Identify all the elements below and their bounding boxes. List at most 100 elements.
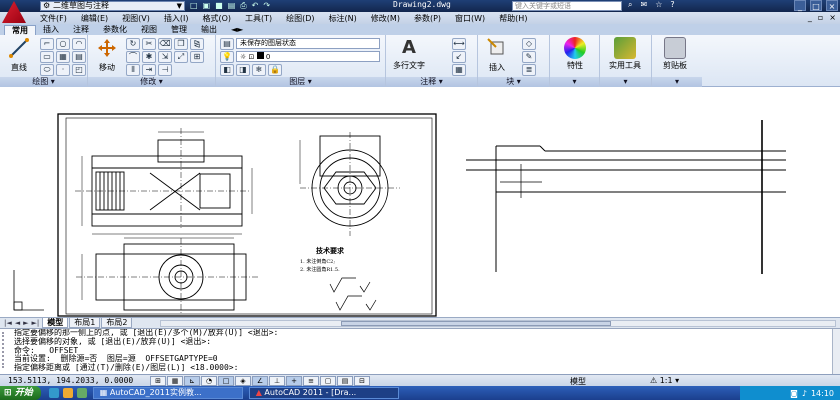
next-tab-icon[interactable]: ►: [23, 319, 28, 327]
tab-insert[interactable]: 插入: [36, 25, 66, 35]
fillet-icon[interactable]: ⌒: [126, 51, 140, 63]
command-prompt-line[interactable]: 指定偏移距离或 [通过(T)/删除(E)/图层(L)] <18.0000>:: [14, 363, 840, 373]
tab-model[interactable]: 模型: [42, 318, 69, 328]
menu-tools[interactable]: 工具(T): [245, 13, 272, 24]
rotate-icon[interactable]: ↻: [126, 38, 140, 50]
menu-help[interactable]: 帮助(H): [499, 13, 527, 24]
first-tab-icon[interactable]: |◄: [4, 319, 12, 327]
polar-tracking-button[interactable]: ◔: [201, 375, 217, 386]
properties-button[interactable]: 特性: [558, 37, 592, 71]
menu-parametric[interactable]: 参数(P): [414, 13, 441, 24]
object-snap-button[interactable]: □: [218, 375, 234, 386]
search-icon[interactable]: ⌕: [628, 0, 632, 10]
clipboard-button[interactable]: 剪贴板: [658, 37, 692, 71]
menu-modify[interactable]: 修改(M): [371, 13, 400, 24]
tab-layout1[interactable]: 布局1: [69, 318, 101, 328]
tab-manage[interactable]: 管理: [164, 25, 194, 35]
coordinate-readout[interactable]: 153.5113, 194.2033, 0.0000: [0, 376, 150, 385]
save-icon[interactable]: ■: [215, 1, 223, 11]
tab-parametric[interactable]: 参数化: [96, 25, 134, 35]
transparency-button[interactable]: ▢: [320, 375, 336, 386]
help-icon[interactable]: ?: [670, 0, 674, 10]
start-button[interactable]: ⊞ 开始: [0, 386, 41, 400]
taskbar-item-autocad[interactable]: ▲ AutoCAD 2011 - [Dra...: [248, 387, 399, 399]
scale-icon[interactable]: ⤢: [174, 51, 188, 63]
menu-window[interactable]: 窗口(W): [455, 13, 485, 24]
maximize-button[interactable]: □: [810, 0, 822, 11]
layer-off-icon[interactable]: ◨: [236, 64, 250, 76]
3d-osnap-button[interactable]: ◈: [235, 375, 251, 386]
array-icon[interactable]: ⊞: [190, 51, 204, 63]
layer-iso-icon[interactable]: ◧: [220, 64, 234, 76]
break-icon[interactable]: ⊣: [158, 64, 172, 76]
grid-mode-button[interactable]: ▦: [167, 375, 183, 386]
extend-icon[interactable]: ⇥: [142, 64, 156, 76]
region-icon[interactable]: ◰: [72, 64, 86, 76]
horizontal-scrollbar[interactable]: [160, 320, 836, 327]
draw-panel-label[interactable]: 绘图 ▾: [0, 77, 87, 87]
menu-draw[interactable]: 绘图(D): [286, 13, 314, 24]
command-window-grip[interactable]: [2, 332, 10, 368]
selection-cycling-button[interactable]: ⊟: [354, 375, 370, 386]
last-tab-icon[interactable]: ►|: [32, 319, 40, 327]
ellipse-icon[interactable]: ⬭: [40, 64, 54, 76]
ribbon-minimize-icon[interactable]: ◄►: [224, 25, 250, 35]
clipboard-panel-label[interactable]: ▾: [652, 77, 702, 87]
table-icon[interactable]: ▦: [452, 64, 466, 76]
star-icon[interactable]: ☆: [655, 0, 662, 10]
layer-state-select[interactable]: 未保存的图层状态: [236, 38, 380, 49]
menu-view[interactable]: 视图(V): [122, 13, 150, 24]
open-icon[interactable]: ▣: [203, 1, 211, 11]
explode-icon[interactable]: ✱: [142, 51, 156, 63]
leader-icon[interactable]: ↙: [452, 51, 466, 63]
menu-edit[interactable]: 编辑(E): [81, 13, 108, 24]
minimize-button[interactable]: _: [794, 0, 806, 11]
saveas-icon[interactable]: ▤: [228, 1, 236, 11]
print-icon[interactable]: ⎙: [240, 1, 246, 11]
network-icon[interactable]: ◙: [790, 389, 798, 398]
tab-layout2[interactable]: 布局2: [101, 318, 133, 328]
offset-icon[interactable]: ⫴: [126, 64, 140, 76]
block-panel-label[interactable]: 块 ▾: [478, 77, 549, 87]
insert-block-button[interactable]: 插入: [480, 37, 514, 73]
ucs-button[interactable]: ⊥: [269, 375, 285, 386]
point-icon[interactable]: ·: [56, 64, 70, 76]
modify-panel-label[interactable]: 修改 ▾: [88, 77, 215, 87]
tab-home[interactable]: 常用: [4, 25, 36, 35]
rectangle-icon[interactable]: ▭: [40, 51, 54, 63]
gradient-icon[interactable]: ▤: [72, 51, 86, 63]
layer-lock-icon[interactable]: 🔒: [268, 64, 282, 76]
menu-file[interactable]: 文件(F): [40, 13, 67, 24]
tab-view[interactable]: 视图: [134, 25, 164, 35]
layer-freeze-icon[interactable]: ❄: [252, 64, 266, 76]
workspace-select[interactable]: ⚙ 二维草图与注释 ▼: [40, 1, 185, 11]
erase-icon[interactable]: ⌫: [158, 38, 172, 50]
current-layer-select[interactable]: ☼ ⊡ 0: [236, 51, 380, 62]
drawing-area[interactable]: 技术要求 1. 未注倒角C2; 2. 未注圆角R1.5.: [0, 88, 840, 317]
tab-annotate[interactable]: 注释: [66, 25, 96, 35]
doc-restore-button[interactable]: ▫: [818, 13, 823, 22]
dynamic-input-button[interactable]: +: [286, 375, 302, 386]
close-button[interactable]: ×: [826, 0, 838, 11]
linear-dim-icon[interactable]: ⟷: [452, 38, 466, 50]
layer-properties-icon[interactable]: ▤: [220, 38, 234, 50]
menu-format[interactable]: 格式(O): [202, 13, 231, 24]
object-snap-tracking-button[interactable]: ∠: [252, 375, 268, 386]
layers-panel-label[interactable]: 图层 ▾: [216, 77, 385, 87]
doc-close-button[interactable]: ×: [829, 13, 836, 22]
properties-panel-label[interactable]: ▾: [550, 77, 599, 87]
communication-icon[interactable]: ✉: [640, 0, 647, 10]
explorer-icon[interactable]: [62, 388, 73, 398]
tab-output[interactable]: 输出: [194, 25, 224, 35]
command-scrollbar[interactable]: [832, 329, 840, 374]
utilities-panel-label[interactable]: ▾: [600, 77, 651, 87]
annotation-panel-label[interactable]: 注释 ▾: [386, 77, 477, 87]
attribute-icon[interactable]: ≣: [522, 64, 536, 76]
search-input[interactable]: 键入关键字或短语: [512, 1, 622, 11]
clock[interactable]: 14:10: [811, 389, 834, 398]
doc-minimize-button[interactable]: _: [808, 13, 812, 22]
lineweight-button[interactable]: ≡: [303, 375, 319, 386]
redo-icon[interactable]: ↷: [263, 1, 270, 11]
move-button[interactable]: 移动: [90, 37, 124, 73]
desktop-icon[interactable]: [76, 388, 87, 398]
